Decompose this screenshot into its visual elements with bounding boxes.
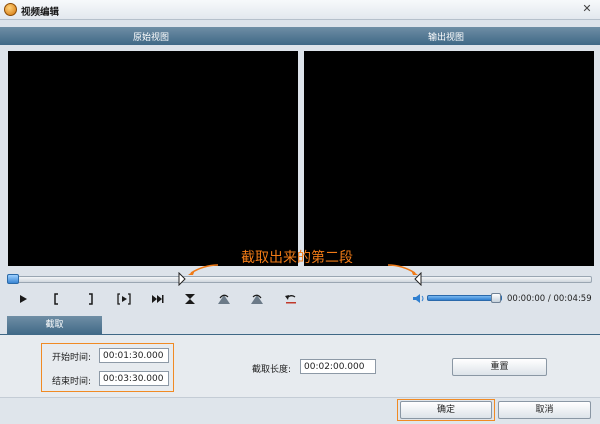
mark-out-icon[interactable] xyxy=(79,291,101,307)
rotate-left-icon[interactable] xyxy=(213,291,235,307)
annotation-text: 截取出来的第二段 xyxy=(241,250,353,266)
volume-icon[interactable] xyxy=(412,293,425,304)
window-title: 视频编辑 xyxy=(21,7,60,18)
app-icon xyxy=(4,3,17,16)
trim-length-field[interactable] xyxy=(300,359,376,374)
undo-icon[interactable] xyxy=(280,291,302,307)
play-selection-icon[interactable] xyxy=(113,291,135,307)
rotate-right-icon[interactable] xyxy=(246,291,268,307)
split-icon[interactable] xyxy=(179,291,201,307)
source-view-label: 原始视图 xyxy=(133,33,170,43)
start-time-label: 开始时间: xyxy=(52,353,92,363)
title-bar: 视频编辑 ✕ xyxy=(0,0,600,20)
time-display: 00:00:00 / 00:04:59 xyxy=(507,294,592,304)
output-view-label: 输出视图 xyxy=(428,33,465,43)
ok-button[interactable]: 确定 xyxy=(400,401,492,419)
volume-thumb[interactable] xyxy=(491,293,501,303)
source-video-panel xyxy=(8,51,298,266)
close-icon[interactable]: ✕ xyxy=(580,2,594,16)
start-time-field[interactable] xyxy=(99,348,169,363)
timeline-playhead[interactable] xyxy=(7,274,19,284)
timeline-slider[interactable] xyxy=(8,276,592,283)
end-time-field[interactable] xyxy=(99,371,169,386)
start-marker-icon[interactable] xyxy=(178,272,186,286)
mark-in-icon[interactable] xyxy=(46,291,68,307)
annotation-arrow-left-icon xyxy=(188,264,219,275)
tab-trim[interactable]: 截取 xyxy=(7,316,102,335)
cancel-button[interactable]: 取消 xyxy=(498,401,591,419)
trim-length-label: 截取长度: xyxy=(252,365,292,375)
view-header: 原始视图 输出视图 xyxy=(0,27,600,45)
output-video-panel xyxy=(304,51,594,266)
end-marker-icon[interactable] xyxy=(414,272,422,286)
reset-button[interactable]: 重置 xyxy=(452,358,547,376)
play-icon[interactable] xyxy=(12,291,34,307)
go-to-end-icon[interactable] xyxy=(146,291,168,307)
end-time-label: 结束时间: xyxy=(52,377,92,387)
